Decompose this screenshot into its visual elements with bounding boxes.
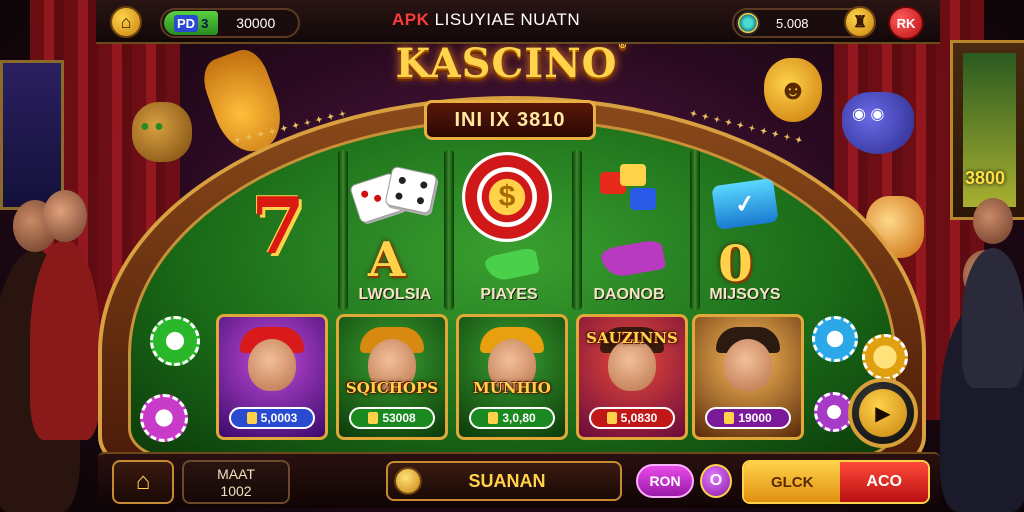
blue-card-symbol: ✓ bbox=[711, 177, 779, 231]
lucky-seven-symbol: 7 bbox=[250, 180, 306, 272]
home-button[interactable]: ⌂ bbox=[110, 6, 142, 38]
logo-plaque: INI IX 3810 bbox=[424, 100, 596, 140]
bag-icon: ♜ bbox=[852, 14, 868, 31]
game-tile-price: 53008 bbox=[349, 407, 435, 429]
spectator-left-2 bbox=[30, 190, 100, 440]
zero-symbol: 0 bbox=[718, 234, 753, 293]
info-panel: MAAT 1002 bbox=[182, 460, 290, 504]
game-tile-price: 5,0003 bbox=[229, 407, 315, 429]
purple-token-button[interactable]: O bbox=[700, 464, 732, 498]
casino-logo: KASCINO® bbox=[392, 40, 632, 87]
green-chip-icon: $ bbox=[150, 316, 200, 366]
logo-title: KASCINO bbox=[395, 40, 618, 87]
spectator-right-2 bbox=[962, 198, 1024, 388]
game-tile-title: MUNHIO bbox=[473, 379, 551, 397]
game-tile-title: SAUZINNS bbox=[586, 329, 678, 347]
game-tile[interactable]: SQICHOPS 53008 bbox=[336, 314, 448, 440]
game-tile[interactable]: 19000 bbox=[692, 314, 804, 440]
wall-screen: 3800 bbox=[950, 40, 1024, 220]
red-dice-symbol bbox=[600, 164, 660, 216]
game-tile-title: SQICHOPS bbox=[345, 379, 439, 397]
game-tile-price: 19000 bbox=[705, 407, 791, 429]
home-icon: ⌂ bbox=[120, 11, 132, 32]
home-icon: ⌂ bbox=[135, 468, 151, 495]
blue-chip-icon bbox=[812, 316, 858, 362]
monster-eyes: ◉ ◉ bbox=[852, 106, 885, 123]
letter-a-symbol: A bbox=[368, 232, 406, 288]
info-line-1: MAAT bbox=[217, 466, 255, 482]
balance-display: PD 3 30000 bbox=[160, 8, 300, 38]
main-bet-label: SUANAN bbox=[468, 470, 546, 491]
coin-value: 5.008 bbox=[776, 16, 809, 31]
game-tile-price: 3,0,80 bbox=[469, 407, 555, 429]
smiley-figure: ☻ bbox=[764, 58, 822, 122]
balance-tag: PD 3 bbox=[164, 11, 219, 35]
casino-chip-symbol: $ bbox=[462, 152, 552, 242]
action-left-button[interactable]: GLCK bbox=[744, 462, 841, 502]
bottom-home-button[interactable]: ⌂ bbox=[112, 460, 174, 504]
action-right-button[interactable]: ACO bbox=[840, 462, 928, 502]
ron-button[interactable]: RON bbox=[636, 464, 694, 498]
app-title: APK LISUYIAE NUATN bbox=[392, 10, 581, 29]
wall-poster bbox=[0, 60, 64, 210]
play-button[interactable]: ▶ bbox=[848, 378, 918, 448]
casino-scene: 3800 ● ● ☻ ◉ ◉ KASCINO® INI IX 3810 7 $ … bbox=[0, 0, 1024, 512]
game-tile[interactable]: SAUZINNS 5,0830 bbox=[576, 314, 688, 440]
action-button-group: GLCK ACO bbox=[742, 460, 930, 504]
column-label: DAONOB bbox=[593, 286, 665, 303]
main-bet-button[interactable]: SUANAN bbox=[386, 461, 622, 501]
column-label: PIAYES bbox=[480, 286, 538, 303]
game-tile[interactable]: 5,0003 bbox=[216, 314, 328, 440]
game-tile[interactable]: MUNHIO 3,0,80 bbox=[456, 314, 568, 440]
column-label: LWOLSIA bbox=[358, 286, 432, 303]
purple-chip-icon bbox=[140, 394, 188, 442]
wall-screen-number: 3800 bbox=[965, 168, 1006, 188]
coin-icon bbox=[394, 467, 422, 495]
balance-value: 30000 bbox=[236, 15, 276, 31]
game-tile-price: 5,0830 bbox=[589, 407, 675, 429]
bag-button[interactable]: ♜ bbox=[844, 6, 876, 38]
column-label: MIJSOYS bbox=[709, 286, 781, 303]
play-icon: ▶ bbox=[859, 389, 907, 437]
coin-icon bbox=[736, 11, 760, 35]
rk-button[interactable]: RK bbox=[888, 6, 924, 40]
cat-eyes: ● ● bbox=[140, 118, 164, 135]
bottom-bar: ⌂ MAAT 1002 SUANAN RON O GLCK ACO bbox=[98, 452, 940, 508]
info-line-2: 1002 bbox=[220, 483, 252, 499]
gold-chip-icon bbox=[862, 334, 908, 380]
top-bar: ⌂ PD 3 30000 APK LISUYIAE NUATN 5.008 ♜ R… bbox=[96, 0, 940, 44]
dice-symbol bbox=[348, 165, 440, 230]
